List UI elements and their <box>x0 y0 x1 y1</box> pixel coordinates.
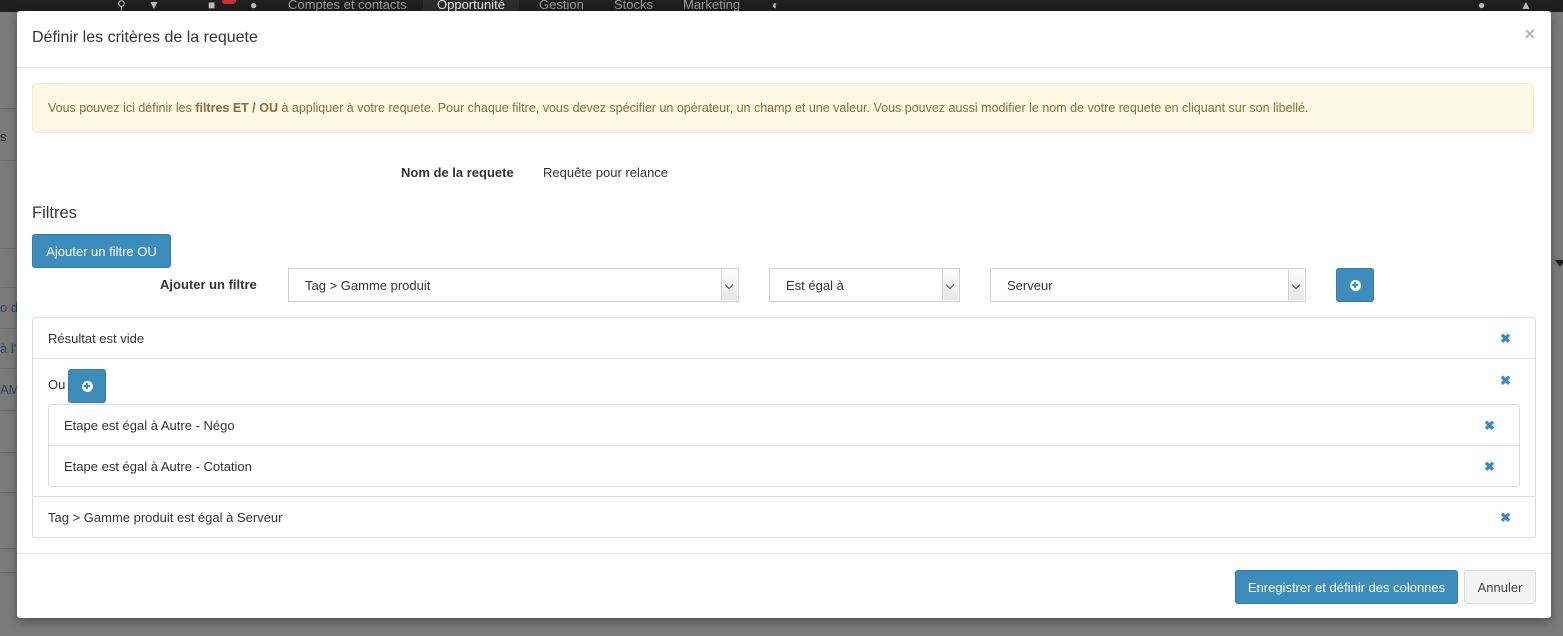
add-to-or-group-button[interactable] <box>68 369 106 403</box>
alert-text: Vous pouvez ici définir les <box>48 101 196 115</box>
background-left-panel: s o de à l' AM <box>0 12 17 636</box>
info-alert: Vous pouvez ici définir les filtres ET /… <box>32 83 1534 133</box>
or-filter-text: Etape est égal à Autre - Négo <box>64 418 235 433</box>
background-link: AM <box>0 382 17 397</box>
cancel-button[interactable]: Annuler <box>1464 570 1536 604</box>
remove-filter-icon[interactable]: ✖ <box>1484 418 1495 434</box>
background-bottom <box>0 618 1563 636</box>
remove-filter-icon[interactable]: ✖ <box>1500 331 1511 347</box>
background-link: à l' <box>0 341 17 356</box>
background-link: o de <box>0 300 17 315</box>
query-name-label: Nom de la requete <box>401 165 514 180</box>
plus-circle-icon <box>1349 279 1361 291</box>
remove-filter-icon[interactable]: ✖ <box>1484 459 1495 475</box>
background-text: s <box>0 129 7 144</box>
field-select-value: Tag > Gamme produit <box>305 278 431 293</box>
background-right-panel <box>1551 12 1563 636</box>
chevron-down-icon[interactable] <box>721 270 737 300</box>
chevron-down-icon[interactable] <box>942 270 958 300</box>
or-filter-text: Etape est égal à Autre - Cotation <box>64 459 252 474</box>
filter-row: Tag > Gamme produit est égal à Serveur ✖ <box>33 497 1535 537</box>
operator-select[interactable]: Est égal à <box>769 268 960 302</box>
value-select[interactable]: Serveur <box>990 268 1306 302</box>
or-group-label: Ou <box>48 377 66 392</box>
filter-row-text: Tag > Gamme produit est égal à Serveur <box>48 510 283 525</box>
add-filter-button[interactable] <box>1336 268 1374 302</box>
query-criteria-modal: Définir les critères de la requete × Vou… <box>17 11 1551 618</box>
filters-heading: Filtres <box>32 204 77 222</box>
close-icon[interactable]: × <box>1524 24 1535 45</box>
remove-filter-icon[interactable]: ✖ <box>1500 510 1511 526</box>
sort-arrow-icon <box>1555 260 1563 267</box>
operator-select-value: Est égal à <box>786 278 844 293</box>
plus-circle-icon <box>81 380 93 392</box>
alert-emphasis: filtres ET / OU <box>195 101 278 115</box>
or-filter-row: Etape est égal à Autre - Négo ✖ <box>49 405 1519 446</box>
filter-row: Résultat est vide ✖ <box>33 318 1535 359</box>
or-group-items: Etape est égal à Autre - Négo ✖ Etape es… <box>48 404 1520 487</box>
modal-title: Définir les critères de la requete <box>32 29 258 46</box>
or-group: Ou ✖ Etape est égal à Autre - Négo ✖ Eta… <box>33 359 1535 497</box>
add-or-filter-button[interactable]: Ajouter un filtre OU <box>32 234 171 268</box>
remove-or-group-icon[interactable]: ✖ <box>1500 373 1511 389</box>
notification-badge <box>222 0 236 4</box>
value-select-value: Serveur <box>1007 278 1053 293</box>
query-name-editable[interactable]: Requête pour relance <box>543 165 668 180</box>
field-select[interactable]: Tag > Gamme produit <box>288 268 739 302</box>
modal-header: Définir les critères de la requete × <box>17 11 1551 68</box>
or-filter-row: Etape est égal à Autre - Cotation ✖ <box>49 446 1519 487</box>
chevron-down-icon[interactable] <box>1288 270 1304 300</box>
filter-list: Résultat est vide ✖ Ou ✖ Etape est égal … <box>32 317 1536 538</box>
modal-footer: Enregistrer et définir des colonnes Annu… <box>17 553 1551 619</box>
save-and-define-columns-button[interactable]: Enregistrer et définir des colonnes <box>1235 570 1458 604</box>
add-filter-label: Ajouter un filtre <box>160 277 257 292</box>
alert-text-end: à appliquer à votre requete. Pour chaque… <box>277 101 1309 115</box>
filter-row-text: Résultat est vide <box>48 331 145 346</box>
